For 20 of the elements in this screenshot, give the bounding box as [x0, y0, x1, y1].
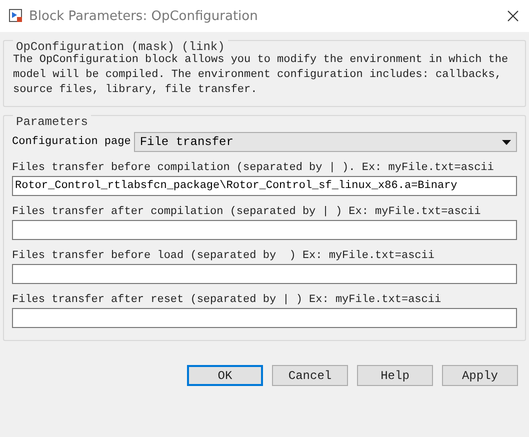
description-text: The OpConfiguration block allows you to modify the environment in which the model will be compiled. The environment configuration includes: callbacks, source files, library, file transfer. [12, 53, 510, 98]
field-label: Files transfer after reset (separated by | ) Ex: myFile.txt=ascii [12, 294, 442, 306]
dialog-button[interactable]: OK [187, 365, 263, 386]
dialog-button[interactable]: Help [357, 365, 433, 386]
field-label: Files transfer before load (separated by ) Ex: myFile.txt=ascii [12, 250, 436, 262]
input-field[interactable]: Rotor_Control_rtlabsfcn_package\Rotor_Control_sf_linux_x86.a=Binary [12, 176, 517, 196]
field-label: Files transfer before compilation (separated by | ). Ex: myFile.txt=ascii [12, 162, 495, 174]
close-icon[interactable] [507, 10, 519, 22]
field-label: Files transfer after compilation (separated by | ) Ex: myFile.txt=ascii [12, 206, 482, 218]
window-title: Block Parameters: OpConfiguration [29, 8, 259, 24]
input-field[interactable] [12, 308, 517, 328]
field-label: Configuration page [12, 136, 131, 148]
configuration-dropdown[interactable]: File transfer [134, 132, 517, 152]
dialog-button[interactable]: Cancel [272, 365, 348, 386]
caret-icon [502, 140, 511, 144]
dialog-button[interactable]: Apply [442, 365, 518, 386]
app-icon [9, 9, 23, 23]
input-field[interactable] [12, 264, 517, 284]
group-title: OpConfiguration (mask) (link) [13, 40, 228, 54]
input-field[interactable] [12, 220, 517, 240]
